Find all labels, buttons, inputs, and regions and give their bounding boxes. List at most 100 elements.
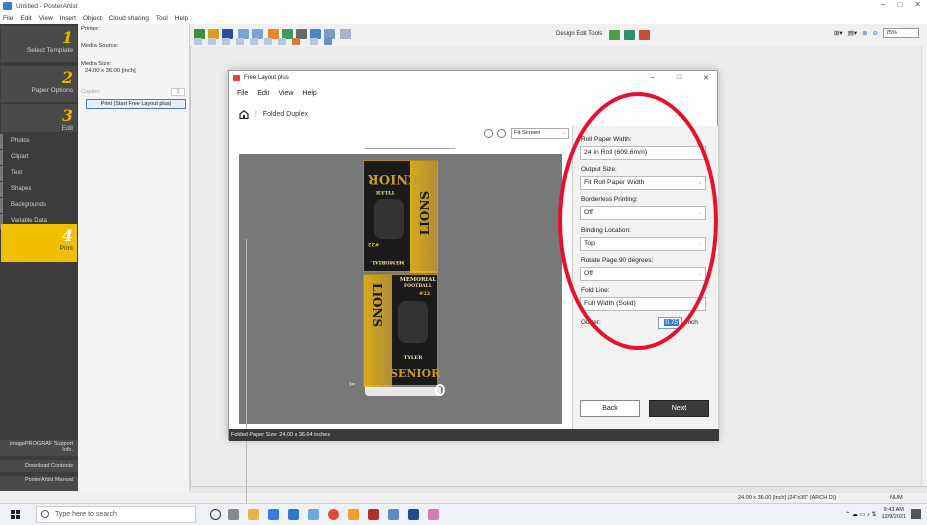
app-icon-11[interactable] [408,509,419,520]
step-label: Print [59,245,73,252]
sidebar-item-clipart[interactable]: Clipart [0,150,78,165]
binding-location-label: Binding Location: [581,227,631,234]
chevron-down-icon: ⌄ [697,180,702,186]
roll-paper-width-field[interactable]: 24 in Roll (609.6mm) [580,146,706,160]
support-info-button[interactable]: imagePROGRAF Support Info. [0,440,78,456]
back-button[interactable]: Back [580,400,640,417]
menu-file[interactable]: File [3,15,13,22]
task-view-icon[interactable] [228,509,239,520]
poster-number-top: #22 [368,241,380,247]
sidebar-item-text[interactable]: Text [0,166,78,181]
qr-icon[interactable] [278,38,286,45]
design-edit-tools-label[interactable]: Design Edit Tools [556,31,602,37]
sidebar-item-shapes[interactable]: Shapes [0,182,78,197]
pointer-icon[interactable] [194,38,202,45]
rotate-icon[interactable] [208,38,216,45]
menu-help[interactable]: Help [175,15,188,22]
step-label: Select Template [26,47,73,54]
view-mode-icon[interactable]: ▤▾ [848,29,857,37]
rectangle-icon[interactable] [250,38,258,45]
step-print[interactable]: 4 Print [1,224,77,262]
preview-zoom-out-icon[interactable] [484,129,493,138]
next-button[interactable]: Next [649,400,709,417]
clipart-icon[interactable] [292,38,300,45]
dialog-menu-help[interactable]: Help [302,90,316,97]
minimize-button[interactable]: – [881,0,885,9]
vertical-scrollbar[interactable] [921,46,927,486]
app-icon-6[interactable] [308,509,319,520]
media-source-label: Media Source: [81,43,119,49]
view-grid-icon[interactable]: ⊞▾ [834,29,843,37]
dialog-menu-bar: File Edit View Help [237,90,317,97]
windows-start-icon[interactable] [11,510,20,519]
dialog-close-button[interactable]: ✕ [703,74,709,82]
print-button[interactable]: Print (Start Free Layout plus) [86,99,186,109]
app-icon-9[interactable] [368,509,379,520]
close-button[interactable]: ✕ [914,0,921,9]
menu-insert[interactable]: Insert [60,15,76,22]
step-select-template[interactable]: 1 Select Template [1,26,77,62]
title-bar: Untitled - PosterArtist – □ ✕ [0,0,927,12]
borderless-printing-select[interactable]: Off ⌄ [580,206,706,220]
zoom-in-icon[interactable]: ⊕ [862,29,867,37]
fit-screen-select[interactable]: Fit Screen ⌄ [511,128,569,139]
notification-icon[interactable] [911,509,921,519]
cortana-icon[interactable] [210,509,221,520]
binding-location-select[interactable]: Top ⌄ [580,237,706,251]
step-edit[interactable]: 3 Edit [1,104,77,132]
design-tool-3-icon[interactable] [639,30,650,40]
edge-icon[interactable] [268,509,279,520]
dialog-menu-edit[interactable]: Edit [257,90,269,97]
zoom-out-icon[interactable]: ⊖ [873,29,878,37]
output-size-select[interactable]: Fit Roll Paper Width ⌄ [580,176,706,190]
line-icon[interactable] [236,38,244,45]
menu-view[interactable]: View [39,15,53,22]
preview-zoom-in-icon[interactable] [497,129,506,138]
dialog-menu-file[interactable]: File [237,90,248,97]
taskbar-search-input[interactable]: Type here to search [36,506,196,523]
sidebar-item-photos[interactable]: Photos [0,134,78,149]
player-photo-bottom [398,301,428,343]
dialog-minimize-button[interactable]: – [651,74,655,82]
poster-side-word-bottom: LIONS [370,283,384,328]
menu-edit[interactable]: Edit [20,15,31,22]
step-label: Paper Options [31,87,73,94]
rotate-page-select[interactable]: Off ⌄ [580,267,706,281]
horizontal-scrollbar[interactable] [190,486,927,493]
menu-tool[interactable]: Tool [156,15,168,22]
output-size-label: Output Size: [581,166,617,173]
flip-icon[interactable] [310,38,318,45]
text-icon[interactable] [222,38,230,45]
manual-button[interactable]: PosterArtist Manual [0,476,78,491]
fold-line-select[interactable]: Full Width (Solid) [580,297,706,311]
dialog-maximize-button[interactable]: □ [677,74,681,82]
copies-stepper[interactable]: 1 [171,87,185,96]
menu-cloud-sharing[interactable]: Cloud sharing [109,15,149,22]
output-size-value: Fit Roll Paper Width [584,179,645,186]
arrange-icon[interactable] [324,38,332,45]
home-icon[interactable] [239,110,249,119]
app-icon-10[interactable] [388,509,399,520]
gutter-input[interactable]: 0.75 [658,317,682,329]
sidebar-item-backgrounds[interactable]: Backgrounds [0,198,78,213]
file-explorer-icon[interactable] [248,509,259,520]
app-icon-12[interactable] [428,509,439,520]
app-icon-8[interactable] [348,509,359,520]
design-tool-1-icon[interactable] [609,30,620,40]
clock-time: 9:43 AM [883,507,904,513]
menu-object[interactable]: Object [83,15,102,22]
zoom-select[interactable]: 75% [883,28,919,38]
download-contents-button[interactable]: Download Contents [0,460,78,472]
tray-icons[interactable]: ⌃ ☁ ▭ ♪ ⇅ [845,511,876,518]
dialog-menu-view[interactable]: View [278,90,293,97]
chrome-icon[interactable] [328,509,339,520]
mail-icon[interactable] [288,509,299,520]
design-tool-2-icon[interactable] [624,30,635,40]
ellipse-icon[interactable] [264,38,272,45]
clock[interactable]: 9:43 AM 12/9/2021 [882,507,906,521]
lock-icon[interactable] [340,29,351,39]
free-layout-dialog: Free Layout plus – □ ✕ File Edit View He… [228,70,719,504]
step-paper-options[interactable]: 2 Paper Options [1,66,77,102]
poster-side-word-top: LIONS [418,191,432,236]
maximize-button[interactable]: □ [897,0,902,9]
